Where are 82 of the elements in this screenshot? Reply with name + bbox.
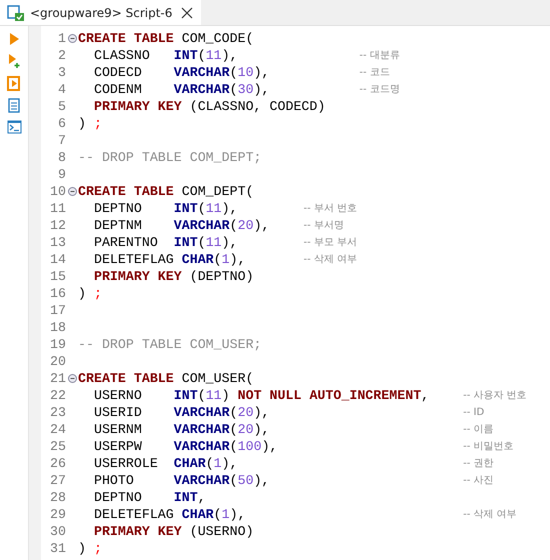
- code-line: CREATE TABLE COM_CODE(: [78, 30, 255, 47]
- line-number: 19: [50, 337, 66, 352]
- line-number: 18: [50, 320, 66, 335]
- line-number: 15: [50, 269, 66, 284]
- code-line: ) ;: [78, 540, 103, 557]
- code-line: USERNM VARCHAR(20),: [92, 421, 271, 438]
- line-number: 22: [50, 388, 66, 403]
- code-comment: -- 코드: [358, 66, 391, 80]
- line-number: 21: [50, 371, 66, 386]
- line-number: 9: [58, 167, 66, 182]
- code-line: PRIMARY KEY (CLASSNO, CODECD): [92, 98, 326, 115]
- line-number: 12: [50, 218, 66, 233]
- code-line: DEPTNO INT(11),: [92, 200, 239, 217]
- code-line: PRIMARY KEY (USERNO): [92, 523, 255, 540]
- line-number: 5: [58, 99, 66, 114]
- line-number: 14: [50, 252, 66, 267]
- fold-icon[interactable]: [68, 34, 76, 43]
- run-icon[interactable]: [7, 32, 21, 46]
- line-number: 28: [50, 490, 66, 505]
- line-number: 2: [58, 48, 66, 63]
- code-line: -- DROP TABLE COM_DEPT;: [78, 149, 263, 166]
- code-comment: -- 이름: [462, 423, 495, 437]
- line-number: 1: [58, 31, 66, 46]
- line-number: 7: [58, 133, 66, 148]
- fold-icon[interactable]: [68, 187, 76, 196]
- code-line: DELETEFLAG CHAR(1),: [92, 251, 247, 268]
- code-comment: -- 사진: [462, 474, 495, 488]
- line-number: 26: [50, 456, 66, 471]
- script-run-icon[interactable]: [6, 76, 22, 91]
- code-comment: -- 부서명: [302, 219, 345, 233]
- line-number: 17: [50, 303, 66, 318]
- code-comment: -- 코드명: [358, 83, 401, 97]
- line-number: 30: [50, 524, 66, 539]
- code-comment: -- 비밀번호: [462, 440, 515, 454]
- line-number: 8: [58, 150, 66, 165]
- document-icon[interactable]: [7, 98, 21, 113]
- code-line: USERNO INT(11) NOT NULL AUTO_INCREMENT,: [92, 387, 430, 404]
- code-comment: -- 사용자 번호: [462, 389, 528, 403]
- line-number: 3: [58, 65, 66, 80]
- database-script-icon: [7, 4, 25, 22]
- code-line: USERROLE CHAR(1),: [92, 455, 239, 472]
- line-number: 10: [50, 184, 66, 199]
- terminal-icon[interactable]: [6, 120, 22, 134]
- code-line: CREATE TABLE COM_DEPT(: [78, 183, 255, 200]
- code-comment: -- 삭제 여부: [462, 508, 518, 522]
- code-line: PHOTO VARCHAR(50),: [92, 472, 271, 489]
- code-comment: -- 부서 번호: [302, 202, 358, 216]
- line-number: 4: [58, 82, 66, 97]
- line-number: 11: [50, 201, 66, 216]
- code-line: PARENTNO INT(11),: [92, 234, 239, 251]
- line-number: 27: [50, 473, 66, 488]
- code-line: CREATE TABLE COM_USER(: [78, 370, 255, 387]
- code-line: PRIMARY KEY (DEPTNO): [92, 268, 255, 285]
- line-number: 23: [50, 405, 66, 420]
- code-line: -- DROP TABLE COM_USER;: [78, 336, 263, 353]
- code-line: DEPTNO INT,: [92, 489, 207, 506]
- line-number: 6: [58, 116, 66, 131]
- line-number: 31: [50, 541, 66, 556]
- code-line: USERPW VARCHAR(100),: [92, 438, 279, 455]
- code-line: DEPTNM VARCHAR(20),: [92, 217, 270, 234]
- code-line: USERID VARCHAR(20),: [92, 404, 271, 421]
- line-number: 25: [50, 439, 66, 454]
- line-number: 29: [50, 507, 66, 522]
- close-icon[interactable]: [181, 6, 194, 18]
- code-comment: -- ID: [462, 406, 486, 420]
- code-line: CLASSNO INT(11),: [92, 47, 239, 64]
- code-line: CODENM VARCHAR(30),: [92, 81, 271, 98]
- code-line: CODECD VARCHAR(10),: [92, 64, 271, 81]
- code-comment: -- 삭제 여부: [302, 253, 358, 267]
- fold-icon[interactable]: [68, 374, 76, 383]
- code-line: DELETEFLAG CHAR(1),: [92, 506, 247, 523]
- code-comment: -- 권한: [462, 457, 495, 471]
- code-line: ) ;: [78, 115, 103, 132]
- code-comment: -- 대분류: [358, 49, 401, 63]
- line-number: 13: [50, 235, 66, 250]
- line-number: 20: [50, 354, 66, 369]
- code-line: ) ;: [78, 285, 103, 302]
- line-number: 24: [50, 422, 66, 437]
- code-comment: -- 부모 부서: [302, 236, 358, 250]
- editor-tab[interactable]: <groupware9> Script-6: [0, 0, 202, 25]
- line-number: 16: [50, 286, 66, 301]
- run-add-icon[interactable]: [7, 53, 21, 69]
